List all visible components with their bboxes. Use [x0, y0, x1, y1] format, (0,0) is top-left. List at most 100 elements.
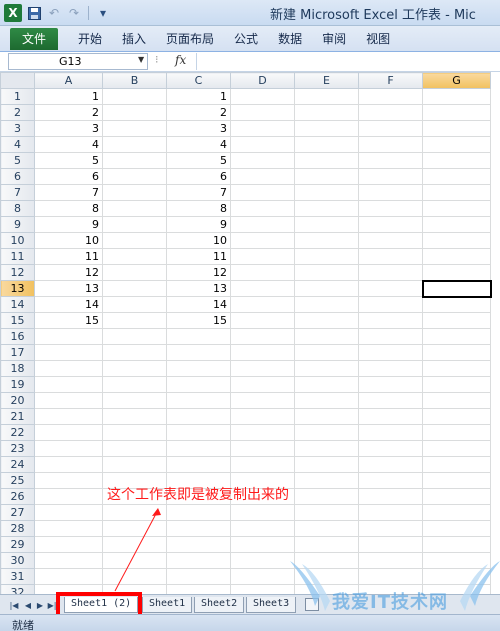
column-header-e[interactable]: E	[294, 72, 359, 89]
cell-b20[interactable]	[102, 392, 167, 409]
row-header[interactable]: 22	[0, 424, 35, 441]
tab-formulas[interactable]: 公式	[234, 30, 258, 47]
cell-d29[interactable]	[230, 536, 295, 553]
cell-g25[interactable]	[422, 472, 491, 489]
cell-b4[interactable]	[102, 136, 167, 153]
cell-d4[interactable]	[230, 136, 295, 153]
cell-f27[interactable]	[358, 504, 423, 521]
cell-c1[interactable]: 1	[166, 88, 231, 105]
cell-a26[interactable]	[34, 488, 103, 505]
cell-a23[interactable]	[34, 440, 103, 457]
cell-d8[interactable]	[230, 200, 295, 217]
cell-g23[interactable]	[422, 440, 491, 457]
cell-e18[interactable]	[294, 360, 359, 377]
cell-c5[interactable]: 5	[166, 152, 231, 169]
undo-icon[interactable]: ↶	[46, 5, 62, 21]
first-sheet-icon[interactable]: |◀	[8, 598, 20, 612]
cell-d9[interactable]	[230, 216, 295, 233]
cell-e28[interactable]	[294, 520, 359, 537]
cell-a3[interactable]: 3	[34, 120, 103, 137]
cell-g17[interactable]	[422, 344, 491, 361]
cell-b2[interactable]	[102, 104, 167, 121]
cell-d7[interactable]	[230, 184, 295, 201]
cell-d32[interactable]	[230, 584, 295, 594]
tab-file[interactable]: 文件	[10, 27, 58, 50]
cell-a29[interactable]	[34, 536, 103, 553]
cell-f9[interactable]	[358, 216, 423, 233]
cell-e4[interactable]	[294, 136, 359, 153]
row-header[interactable]: 7	[0, 184, 35, 201]
tab-review[interactable]: 审阅	[322, 30, 346, 47]
cell-b1[interactable]	[102, 88, 167, 105]
row-header[interactable]: 15	[0, 312, 35, 329]
cell-b13[interactable]	[102, 280, 167, 297]
cell-f23[interactable]	[358, 440, 423, 457]
cell-f11[interactable]	[358, 248, 423, 265]
cell-b12[interactable]	[102, 264, 167, 281]
sheet-tab-sheet2[interactable]: Sheet2	[194, 597, 245, 613]
cell-a5[interactable]: 5	[34, 152, 103, 169]
tab-insert[interactable]: 插入	[122, 30, 146, 47]
cell-e17[interactable]	[294, 344, 359, 361]
cell-e23[interactable]	[294, 440, 359, 457]
cell-c13[interactable]: 13	[166, 280, 231, 297]
cell-d24[interactable]	[230, 456, 295, 473]
cell-f15[interactable]	[358, 312, 423, 329]
name-box[interactable]: G13	[8, 53, 148, 70]
cell-b10[interactable]	[102, 232, 167, 249]
cell-a17[interactable]	[34, 344, 103, 361]
cell-c21[interactable]	[166, 408, 231, 425]
cell-g24[interactable]	[422, 456, 491, 473]
column-header-b[interactable]: B	[102, 72, 167, 89]
cell-e22[interactable]	[294, 424, 359, 441]
cell-e11[interactable]	[294, 248, 359, 265]
cell-g15[interactable]	[422, 312, 491, 329]
cell-f18[interactable]	[358, 360, 423, 377]
cell-g11[interactable]	[422, 248, 491, 265]
cell-f21[interactable]	[358, 408, 423, 425]
name-box-dropdown-icon[interactable]: ▼	[138, 55, 144, 64]
row-header[interactable]: 26	[0, 488, 35, 505]
cell-a1[interactable]: 1	[34, 88, 103, 105]
tab-view[interactable]: 视图	[366, 30, 390, 47]
cell-g14[interactable]	[422, 296, 491, 313]
cell-b23[interactable]	[102, 440, 167, 457]
cell-b24[interactable]	[102, 456, 167, 473]
cell-b15[interactable]	[102, 312, 167, 329]
row-header[interactable]: 10	[0, 232, 35, 249]
cell-f20[interactable]	[358, 392, 423, 409]
prev-sheet-icon[interactable]: ◀	[22, 598, 34, 612]
cell-f26[interactable]	[358, 488, 423, 505]
cell-b19[interactable]	[102, 376, 167, 393]
save-icon[interactable]	[26, 5, 42, 21]
cell-g19[interactable]	[422, 376, 491, 393]
cell-b21[interactable]	[102, 408, 167, 425]
cell-a2[interactable]: 2	[34, 104, 103, 121]
cell-d23[interactable]	[230, 440, 295, 457]
cell-e20[interactable]	[294, 392, 359, 409]
cell-c10[interactable]: 10	[166, 232, 231, 249]
cell-b28[interactable]	[102, 520, 167, 537]
cell-e7[interactable]	[294, 184, 359, 201]
cell-a11[interactable]: 11	[34, 248, 103, 265]
row-header[interactable]: 28	[0, 520, 35, 537]
column-header-f[interactable]: F	[358, 72, 423, 89]
cell-e16[interactable]	[294, 328, 359, 345]
cell-c18[interactable]	[166, 360, 231, 377]
row-header[interactable]: 25	[0, 472, 35, 489]
cell-c31[interactable]	[166, 568, 231, 585]
cell-a27[interactable]	[34, 504, 103, 521]
row-header[interactable]: 5	[0, 152, 35, 169]
sheet-tab-sheet3[interactable]: Sheet3	[246, 597, 297, 613]
row-header[interactable]: 18	[0, 360, 35, 377]
cell-e29[interactable]	[294, 536, 359, 553]
cell-e24[interactable]	[294, 456, 359, 473]
cell-d6[interactable]	[230, 168, 295, 185]
row-header[interactable]: 23	[0, 440, 35, 457]
cell-c17[interactable]	[166, 344, 231, 361]
row-header[interactable]: 6	[0, 168, 35, 185]
cell-d14[interactable]	[230, 296, 295, 313]
cell-f1[interactable]	[358, 88, 423, 105]
cell-f2[interactable]	[358, 104, 423, 121]
cell-e13[interactable]	[294, 280, 359, 297]
